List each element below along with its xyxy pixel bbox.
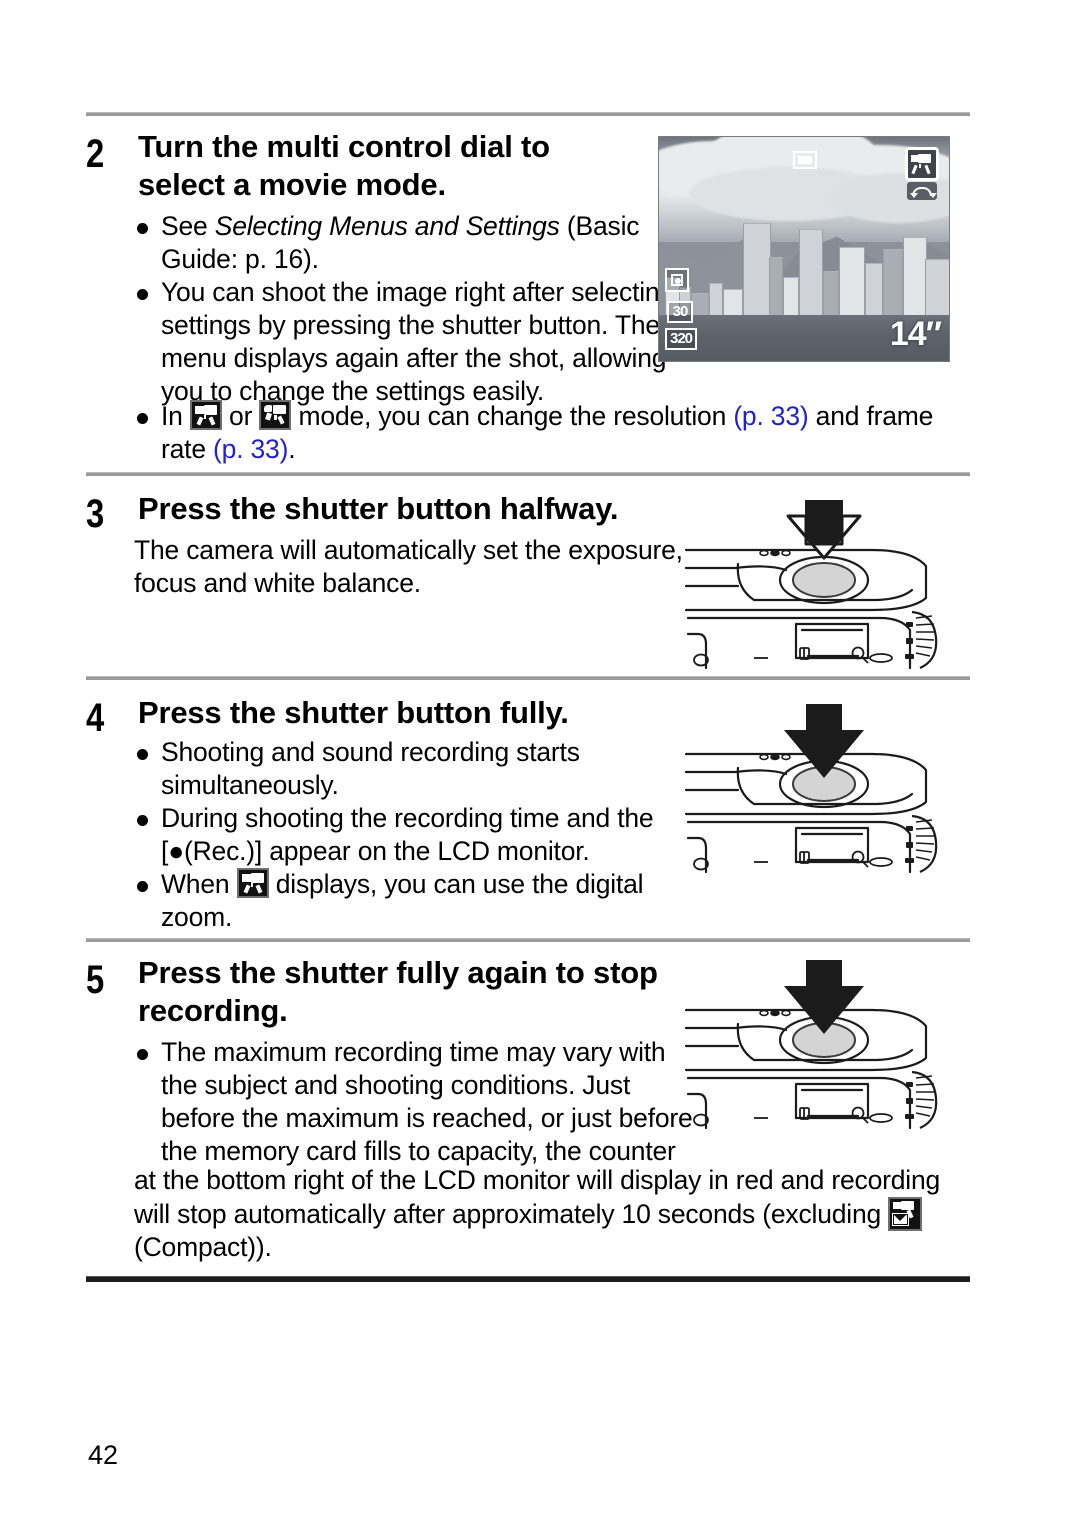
bullet-4-3-seg1: When: [161, 869, 237, 899]
bullet-2-1-italic: Selecting Menus and Settings: [214, 211, 560, 241]
building: [865, 263, 883, 316]
building: [769, 257, 783, 316]
frame-rate-indicator: 30: [667, 301, 693, 323]
list-item: During shooting the recording time and t…: [134, 802, 704, 868]
page-link-33-b[interactable]: (p. 33): [213, 434, 288, 464]
list-item: You can shoot the image right after sele…: [134, 276, 694, 408]
step-2-heading-line1: Turn the multi control dial to: [138, 129, 550, 164]
time-remaining-indicator: 14″: [889, 315, 942, 353]
divider-step3: [86, 472, 970, 476]
building: [925, 259, 949, 316]
building: [839, 247, 865, 316]
movie-compact-icon: [259, 400, 292, 430]
bullet-dot-icon: [137, 749, 148, 760]
bullet-2-3-seg1: In: [161, 401, 190, 431]
step-3-body: The camera will automatically set the ex…: [134, 534, 734, 600]
bullet-5-1-seg1: The maximum recording time may vary with…: [161, 1037, 693, 1166]
bullet-5-1-wide: at the bottom right of the LCD monitor w…: [134, 1165, 941, 1229]
building: [709, 283, 723, 316]
bullet-dot-icon: [137, 223, 148, 234]
bullet-5-1-seg3: (Compact)).: [134, 1232, 272, 1262]
bullet-2-1-pre: See: [161, 211, 215, 241]
step-2-bullets: See Selecting Menus and Settings (Basic …: [134, 210, 694, 408]
building: [723, 289, 743, 316]
step-2-bullet-wide: In or mode, you can change the resolutio…: [134, 400, 974, 466]
step-2-heading-line2: select a movie mode.: [138, 167, 446, 202]
list-item: Shooting and sound recording starts simu…: [134, 736, 704, 802]
step-4-heading: Press the shutter button fully.: [138, 695, 569, 730]
page-link-33-a[interactable]: (p. 33): [733, 401, 808, 431]
step-3: 3 Press the shutter button halfway. The …: [86, 490, 686, 600]
building: [783, 277, 799, 316]
list-item: When displays, you can use the digital z…: [134, 868, 704, 934]
step-5-continuation: at the bottom right of the LCD monitor w…: [134, 1164, 974, 1264]
step-2: 2 Turn the multi control dial to select …: [86, 128, 676, 408]
list-item: See Selecting Menus and Settings (Basic …: [134, 210, 694, 276]
step-3-heading: Press the shutter button halfway.: [138, 491, 619, 526]
bullet-2-3-seg5: .: [288, 434, 296, 464]
bullet-4-1-text: Shooting and sound recording starts simu…: [161, 737, 580, 800]
step-4-number: 4: [86, 696, 104, 740]
camera-illustration-stop-recording: [684, 960, 938, 1130]
bullet-dot-icon: [137, 815, 148, 826]
rotate-dial-icon: [907, 182, 937, 200]
step-2-number: 2: [86, 132, 104, 176]
step-4: 4 Press the shutter button fully. Shooti…: [86, 694, 686, 934]
step-5-heading-line2: recording.: [138, 993, 288, 1028]
af-frame-icon: [793, 151, 817, 169]
movie-compact-mail-icon: [888, 1197, 923, 1231]
step-5-number: 5: [86, 958, 104, 1002]
building-tall: [799, 229, 823, 316]
divider-step4: [86, 676, 970, 680]
page-number: 42: [88, 1440, 119, 1470]
resolution-indicator: 320: [665, 328, 697, 350]
bullet-2-2-text: You can shoot the image right after sele…: [161, 277, 674, 406]
camera-illustration-full-press: [684, 704, 938, 874]
movie-standard-icon: [189, 400, 222, 430]
bullet-2-3-seg2: or: [221, 401, 260, 431]
divider-bottom: [86, 1276, 970, 1282]
step-4-bullets: Shooting and sound recording starts simu…: [134, 736, 704, 934]
movie-mode-badge-icon: [905, 147, 939, 181]
camera-illustration-halfway: [684, 500, 938, 670]
building-tall: [903, 237, 927, 316]
metering-icon: [665, 268, 689, 292]
building-tall: [743, 223, 771, 316]
building: [823, 271, 839, 316]
step-5: 5 Press the shutter fully again to stop …: [86, 954, 693, 1168]
bullet-dot-icon: [137, 289, 148, 300]
building: [883, 249, 903, 316]
step-5-bullets: The maximum recording time may vary with…: [134, 1036, 694, 1168]
bullet-4-2-text: During shooting the recording time and t…: [161, 803, 654, 866]
manual-page: 2 Turn the multi control dial to select …: [0, 0, 1080, 1521]
bullet-dot-icon: [137, 881, 148, 892]
list-item: In or mode, you can change the resolutio…: [134, 400, 974, 466]
divider-top: [86, 112, 970, 116]
step-3-body-line1: The camera will automatically set the ex…: [134, 535, 683, 565]
bullet-dot-icon: [137, 1049, 148, 1060]
divider-step5: [86, 938, 970, 942]
bullet-2-3-seg3: mode, you can change the resolution: [291, 401, 734, 431]
step-3-body-line2: focus and white balance.: [134, 568, 421, 598]
step-5-heading: Press the shutter fully again to stop re…: [138, 954, 718, 1030]
step-5-heading-line1: Press the shutter fully again to stop: [138, 955, 658, 990]
bullet-dot-icon: [137, 413, 148, 424]
list-item: The maximum recording time may vary with…: [134, 1036, 694, 1168]
step-3-number: 3: [86, 492, 104, 536]
step-2-heading: Turn the multi control dial to select a …: [138, 128, 676, 204]
lcd-preview-image: 30 320 14″: [658, 136, 950, 362]
building: [691, 293, 709, 316]
movie-standard-icon: [236, 868, 269, 898]
